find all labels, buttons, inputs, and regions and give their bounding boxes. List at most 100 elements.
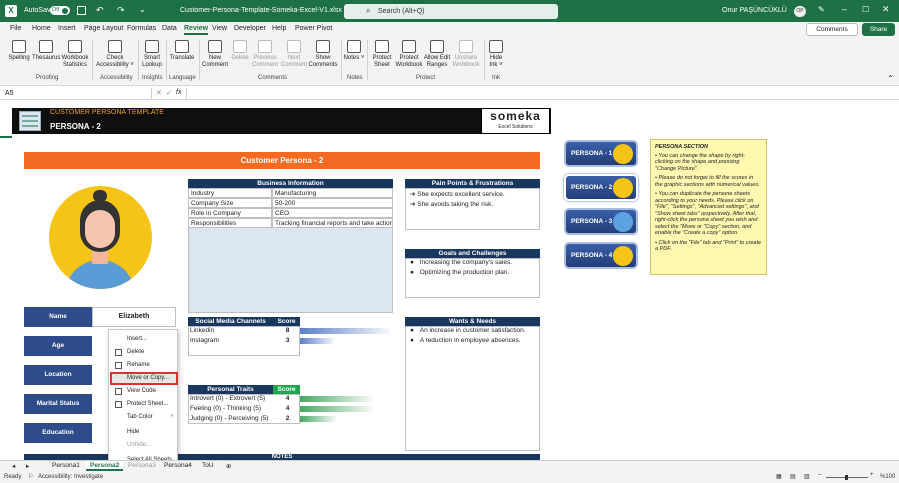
trait-name[interactable]: Judging (0) - Perceiving (5) [188, 414, 273, 424]
spelling-button[interactable]: Spelling [7, 40, 31, 62]
persona-2-button[interactable]: PERSONA - 2 [564, 174, 638, 201]
show-comments-button[interactable]: Show Comments [308, 40, 338, 69]
zoom-level[interactable]: %100 [880, 474, 895, 480]
business-value[interactable]: CEO [272, 208, 393, 218]
context-hide[interactable]: Hide [127, 429, 139, 435]
avatar[interactable]: OP [794, 6, 806, 17]
avatar-bun [93, 190, 107, 202]
trait-score[interactable]: 4 [273, 404, 300, 414]
tab-persona3[interactable]: Persona3 [128, 462, 156, 469]
trait-name[interactable]: Feeling (0) - Thinking (5) [188, 404, 273, 414]
close-icon[interactable]: ✕ [882, 4, 890, 15]
context-tab-color[interactable]: Tab Color [127, 414, 153, 420]
context-unhide[interactable]: Unhide... [127, 442, 151, 448]
share-button[interactable]: Share [862, 23, 895, 36]
tab-scroll-right-icon[interactable]: ▸ [26, 462, 29, 470]
autosave-toggle[interactable]: Off [50, 6, 70, 15]
menu-review[interactable]: Review [184, 25, 209, 35]
formula-input[interactable] [186, 88, 886, 99]
normal-view-icon[interactable]: ▦ [776, 473, 782, 480]
zoom-in-icon[interactable]: + [870, 472, 874, 478]
unshare-workbook-button[interactable]: Unshare Workbook [451, 40, 481, 69]
menu-insert[interactable]: Insert [58, 25, 76, 32]
previous-comment-button[interactable]: Previous Comment [251, 40, 279, 69]
menu-page-layout[interactable]: Page Layout [84, 25, 123, 32]
tab-persona4[interactable]: Persona4 [164, 462, 192, 469]
customize-toolbar-icon[interactable]: ⌄ [139, 5, 146, 14]
persona-3-button[interactable]: PERSONA - 3 [564, 208, 638, 235]
insert-function-icon[interactable]: fx [176, 89, 181, 96]
thesaurus-button[interactable]: Thesaurus [32, 40, 60, 62]
delete-comment-button[interactable]: Delete [229, 40, 251, 62]
tab-scroll-left-icon[interactable]: ◂ [12, 462, 15, 470]
business-key[interactable]: Responsibilities [188, 218, 272, 228]
menu-help[interactable]: Help [272, 25, 286, 32]
save-icon[interactable] [77, 6, 86, 15]
zoom-out-icon[interactable]: – [818, 472, 821, 478]
redo-icon[interactable]: ↷ [117, 5, 125, 16]
search-box[interactable]: ⌕ Search (Alt+Q) [344, 4, 558, 19]
context-delete[interactable]: Delete [127, 349, 144, 355]
minimize-icon[interactable]: – [842, 4, 847, 14]
menu-home[interactable]: Home [32, 25, 51, 32]
pen-icon[interactable]: ✎ [818, 5, 825, 14]
menu-power-pivot[interactable]: Power Pivot [295, 25, 332, 32]
menu-view[interactable]: View [212, 25, 227, 32]
submenu-arrow-icon: › [171, 413, 173, 419]
social-score[interactable]: 8 [273, 326, 300, 336]
persona-section-note[interactable]: PERSONA SECTION • You can change the sha… [650, 139, 767, 275]
name-value[interactable]: Elizabeth [92, 307, 176, 327]
persona-1-button[interactable]: PERSONA - 1 [564, 140, 638, 167]
pain-points-header: Pain Points & Frustrations [405, 179, 540, 188]
add-sheet-icon[interactable]: ⊕ [226, 462, 231, 470]
confirm-formula-icon[interactable]: ✓ [166, 89, 172, 97]
business-key[interactable]: Role in Company [188, 208, 272, 218]
persona-4-button[interactable]: PERSONA - 4 [564, 242, 638, 269]
context-insert[interactable]: Insert... [127, 336, 147, 342]
comments-button[interactable]: Comments [806, 23, 858, 36]
business-key[interactable]: Industry [188, 188, 272, 198]
accessibility-status[interactable]: Accessibility: Investigate [38, 474, 103, 480]
smart-lookup-button[interactable]: Smart Lookup [140, 40, 164, 69]
business-value[interactable]: 50-200 [272, 198, 393, 208]
page-break-view-icon[interactable]: ▥ [804, 473, 810, 480]
business-key[interactable]: Company Size [188, 198, 272, 208]
tab-persona2[interactable]: Persona2 [86, 462, 124, 471]
page-layout-view-icon[interactable]: ▤ [790, 473, 796, 480]
new-comment-button[interactable]: New Comment [201, 40, 229, 69]
context-protect-sheet[interactable]: Protect Sheet... [127, 401, 168, 407]
ribbon-collapse-icon[interactable]: ⌃ [887, 74, 894, 83]
notes-button[interactable]: Notes ˅ [343, 40, 365, 62]
context-view-code[interactable]: View Code [127, 388, 156, 394]
menu-formulas[interactable]: Formulas [127, 25, 156, 32]
social-channel[interactable]: Instagram [188, 336, 273, 346]
hide-ink-button[interactable]: Hide Ink ˅ [486, 40, 506, 69]
menu-developer[interactable]: Developer [234, 25, 266, 32]
menu-file[interactable]: File [10, 25, 21, 32]
trait-score[interactable]: 4 [273, 394, 300, 404]
check-accessibility-button[interactable]: Check Accessibility ˅ [95, 40, 135, 69]
social-score[interactable]: 3 [273, 336, 300, 346]
business-value[interactable]: Manufacturing [272, 188, 393, 198]
protect-sheet-button[interactable]: Protect Sheet [369, 40, 395, 69]
translate-button[interactable]: Translate [168, 40, 196, 62]
maximize-icon[interactable]: ☐ [862, 5, 869, 14]
undo-icon[interactable]: ↶ [96, 5, 104, 16]
social-channel[interactable]: Linkedin [188, 326, 273, 336]
next-comment-button[interactable]: Next Comment [280, 40, 308, 69]
context-rename[interactable]: Rename [127, 362, 150, 368]
persona-avatar[interactable] [49, 186, 152, 289]
protect-workbook-button[interactable]: Protect Workbook [395, 40, 423, 69]
trait-score[interactable]: 2 [273, 414, 300, 424]
cancel-formula-icon[interactable]: ✕ [156, 89, 162, 97]
allow-edit-ranges-button[interactable]: Allow Edit Ranges [423, 40, 451, 69]
zoom-slider[interactable] [826, 475, 868, 480]
workbook-statistics-button[interactable]: Workbook Statistics [61, 40, 89, 69]
name-box[interactable]: A5 [2, 88, 152, 99]
tab-persona1[interactable]: Persona1 [52, 462, 80, 469]
tab-tou[interactable]: ToU [202, 462, 214, 469]
business-value[interactable]: Tracking financial reports and take acti… [272, 218, 393, 228]
trait-name[interactable]: Introvert (0) - Extrovert (5) [188, 394, 273, 404]
context-move-or-copy[interactable]: Move or Copy... [127, 375, 169, 381]
menu-data[interactable]: Data [162, 25, 177, 32]
